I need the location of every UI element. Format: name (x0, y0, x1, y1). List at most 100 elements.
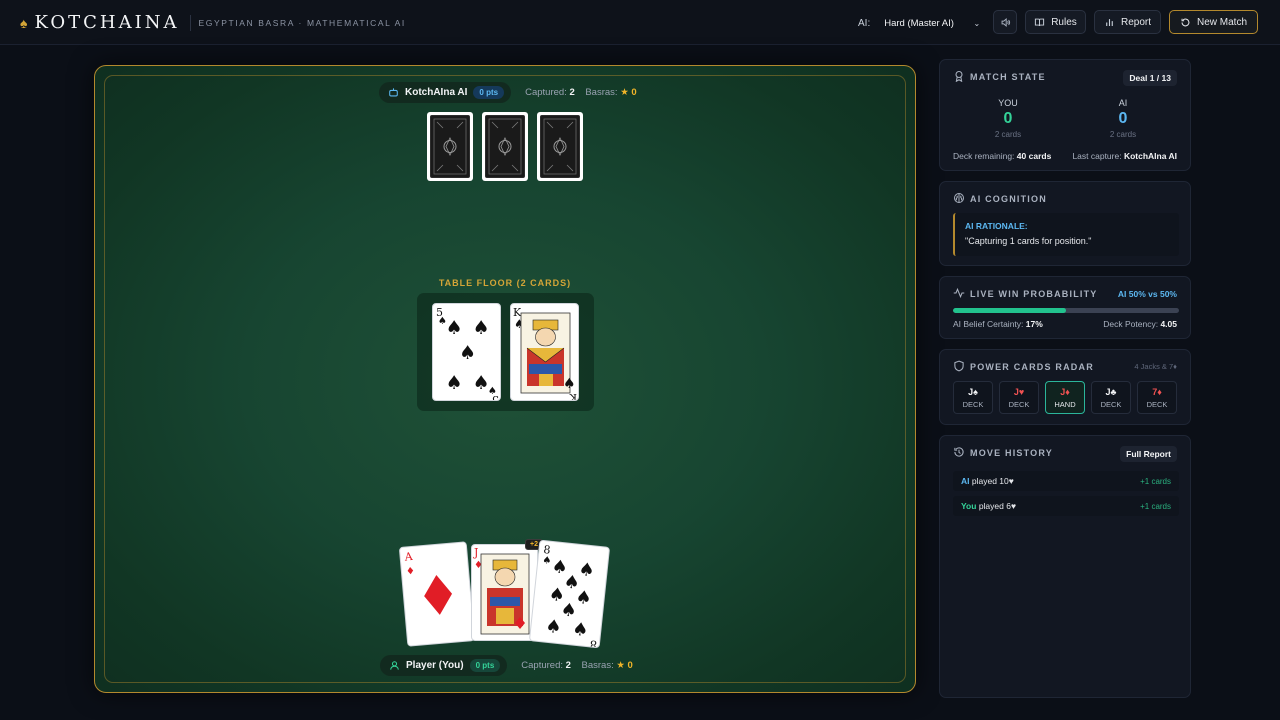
svg-text:5: 5 (492, 393, 499, 401)
full-report-button[interactable]: Full Report (1120, 446, 1177, 462)
brand: ♠ KOTCHAINA EGYPTIAN BASRA · MATHEMATICA… (20, 12, 406, 33)
ai-basras-value: 0 (631, 87, 637, 98)
ai-cognition-panel: AI COGNITION AI RATIONALE: "Capturing 1 … (939, 181, 1191, 266)
floor-card-king-spades[interactable]: K ♠ ♠ K (510, 303, 579, 401)
spade-pips-icon: ♠ ♠ ♠ ♠ ♠ ♠ ♠ 5 (438, 316, 499, 401)
svg-text:♠: ♠ (472, 372, 489, 394)
ai-score: 0 (1118, 110, 1128, 127)
ai-info-bar: KotchAIna AI 0 pts Captured: 2 Basras: ★… (379, 82, 637, 103)
history-move: AI played 10♥ (961, 476, 1014, 486)
rationale-text: "Capturing 1 cards for position." (965, 236, 1092, 246)
power-card-location: DECK (962, 400, 984, 409)
last-capture: Last capture: KotchAIna AI (1072, 151, 1177, 161)
user-icon (390, 661, 399, 670)
star-icon: ★ (616, 660, 625, 671)
divider (189, 14, 191, 31)
win-probability-bar (953, 308, 1179, 313)
ai-level-dropdown[interactable]: Hard (Master AI) ⌄ (878, 12, 987, 34)
svg-text:♠: ♠ (459, 342, 476, 364)
you-label: YOU (998, 98, 1018, 108)
player-basras-label: Basras: (581, 660, 614, 671)
svg-text:♠: ♠ (563, 376, 576, 392)
spade-logo-icon: ♠ (20, 14, 28, 31)
award-icon (955, 70, 963, 82)
svg-text:♠: ♠ (542, 555, 552, 567)
ai-card-back (427, 112, 473, 181)
new-match-button[interactable]: New Match (1169, 10, 1258, 34)
sound-toggle-button[interactable] (993, 10, 1017, 34)
ai-level-label: AI: (858, 17, 871, 29)
spade-pips-icon: ♠ ♠ ♠ ♠ ♠ ♠ ♠ ♠ ♠ 8 (542, 555, 598, 648)
move-history-panel: MOVE HISTORY Full Report AI played 10♥ +… (939, 435, 1191, 698)
svg-text:K: K (569, 391, 577, 401)
robot-icon (389, 88, 398, 97)
chevron-down-icon: ⌄ (973, 18, 981, 28)
hand-card-8-spades[interactable]: 8 ♠ ♠ ♠ ♠ ♠ ♠ ♠ ♠ ♠ 8 (528, 539, 611, 649)
power-cards-title: POWER CARDS RADAR (970, 362, 1094, 372)
player-captured-label: Captured: (521, 660, 564, 671)
jack-face-icon: ♦ (474, 553, 530, 635)
book-icon (1035, 18, 1045, 26)
rationale-title: AI RATIONALE: (965, 221, 1028, 231)
svg-text:♠: ♠ (571, 619, 589, 642)
history-gain: +1 cards (1140, 476, 1171, 486)
power-card-label: J♦ (1060, 387, 1070, 397)
last-capture-label: Last capture: (1072, 151, 1122, 161)
power-card-7-diamonds: 7♦ DECK (1137, 381, 1177, 414)
win-probability-fill (953, 308, 1066, 313)
ai-label: AI (1118, 98, 1128, 108)
last-capture-value: KotchAIna AI (1123, 151, 1177, 161)
svg-text:♦: ♦ (405, 566, 415, 578)
star-icon: ★ (620, 87, 629, 98)
hand-card-jack-diamonds[interactable]: J ♦ (471, 544, 538, 641)
power-card-location: HAND (1054, 400, 1076, 409)
svg-text:8: 8 (589, 637, 597, 648)
hand-card-ace-diamonds[interactable]: A ♦ (398, 541, 476, 647)
power-cards-panel: POWER CARDS RADAR 4 Jacks & 7♦ J♠ DECK J… (939, 349, 1191, 425)
ai-level-value: Hard (Master AI) (884, 17, 954, 29)
refresh-icon (1181, 18, 1190, 26)
ai-card-back (482, 112, 528, 181)
ai-points-badge: 0 pts (473, 86, 505, 99)
ai-name-pill: KotchAIna AI 0 pts (379, 82, 512, 103)
power-card-jack-diamonds: J♦ HAND (1045, 381, 1085, 414)
bar-chart-icon (1106, 18, 1113, 26)
belief-value: 17% (1025, 319, 1043, 329)
report-label: Report (1120, 16, 1151, 28)
player-name: Player (You) (406, 660, 464, 671)
ai-level-selector: AI: Hard (Master AI) ⌄ (858, 12, 987, 34)
speaker-icon (1001, 17, 1010, 27)
ai-cognition-title: AI COGNITION (970, 194, 1047, 204)
player-captured-value: 2 (565, 660, 571, 671)
win-probability-title: LIVE WIN PROBABILITY (970, 289, 1098, 299)
power-card-label: J♣ (1105, 387, 1117, 397)
ai-card-back (537, 112, 583, 181)
power-cards-subtitle: 4 Jacks & 7♦ (1134, 362, 1177, 371)
potency-value: 4.05 (1160, 319, 1177, 329)
potency-label: Deck Potency: (1103, 319, 1159, 329)
floor-card-5-spades[interactable]: 5 ♠ ♠ ♠ ♠ ♠ ♠ ♠ 5 (432, 303, 501, 401)
player-points-badge: 0 pts (469, 659, 501, 672)
deck-potency: Deck Potency: 4.05 (1103, 319, 1177, 329)
svg-text:♠: ♠ (472, 317, 489, 339)
history-actor: AI (961, 476, 970, 486)
power-card-label: 7♦ (1152, 387, 1162, 397)
you-score-block: YOU 0 2 cards (953, 98, 1063, 139)
app-title: KOTCHAINA (34, 12, 180, 33)
rules-button[interactable]: Rules (1025, 10, 1086, 34)
deal-counter: Deal 1 / 13 (1123, 70, 1177, 86)
belief-certainty: AI Belief Certainty: 17% (953, 319, 1043, 329)
power-card-label: J♠ (968, 387, 978, 397)
new-match-label: New Match (1196, 16, 1247, 28)
power-card-location: DECK (1146, 400, 1168, 409)
report-button[interactable]: Report (1094, 10, 1161, 34)
power-card-jack-spades: J♠ DECK (953, 381, 993, 414)
belief-label: AI Belief Certainty: (953, 319, 1024, 329)
ai-cards: 2 cards (1109, 130, 1137, 139)
player-basras-value: 0 (627, 660, 633, 671)
deck-value: 40 cards (1016, 151, 1052, 161)
activity-icon (953, 287, 965, 299)
svg-text:♠: ♠ (445, 317, 462, 339)
you-score: 0 (1003, 110, 1013, 127)
shield-icon (954, 360, 964, 372)
